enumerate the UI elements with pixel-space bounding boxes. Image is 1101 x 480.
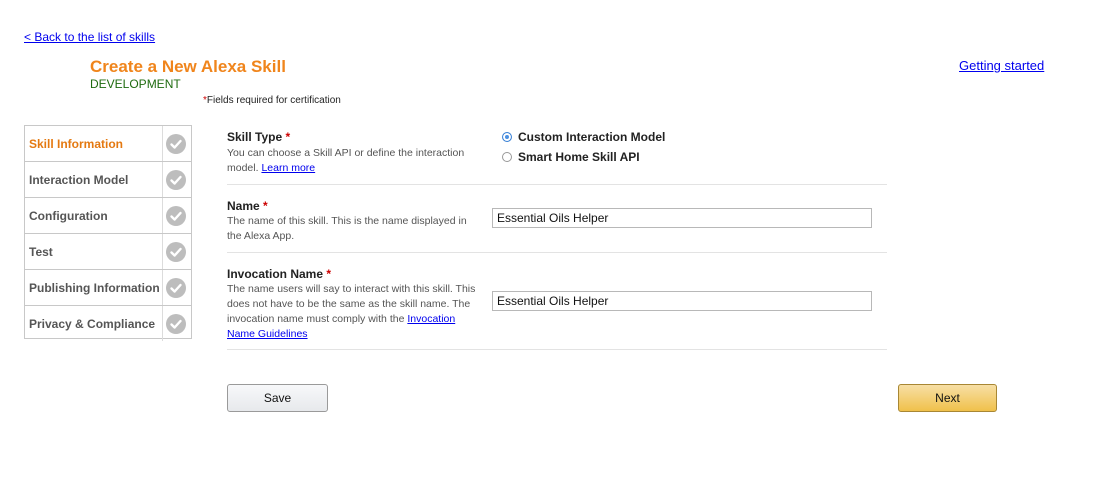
sidebar-divider <box>162 126 163 161</box>
required-star: * <box>285 130 291 144</box>
sidebar-divider <box>162 198 163 233</box>
back-to-skills-link[interactable]: < Back to the list of skills <box>24 30 155 44</box>
invocation-name-section: Invocation Name * The name users will sa… <box>227 267 887 350</box>
check-icon <box>166 206 186 226</box>
sidebar-item-privacy-compliance[interactable]: Privacy & Compliance <box>25 306 191 341</box>
invocation-name-description: The name users will say to interact with… <box>227 282 479 342</box>
skill-type-section: Skill Type * You can choose a Skill API … <box>227 130 887 185</box>
check-icon <box>166 170 186 190</box>
sidebar-item-label: Configuration <box>29 209 108 223</box>
name-label-text: Name <box>227 199 260 213</box>
skill-steps-sidebar: Skill Information Interaction Model Conf… <box>24 125 192 341</box>
save-button[interactable]: Save <box>227 384 328 412</box>
sidebar-divider <box>162 270 163 305</box>
skill-type-description: You can choose a Skill API or define the… <box>227 146 479 176</box>
sidebar-item-label: Privacy & Compliance <box>29 317 156 331</box>
sidebar-divider <box>162 234 163 269</box>
sidebar-item-configuration[interactable]: Configuration <box>25 198 191 234</box>
sidebar-item-skill-information[interactable]: Skill Information <box>25 126 191 162</box>
sidebar-item-label: Skill Information <box>29 137 124 151</box>
required-star: * <box>263 199 268 213</box>
radio-label: Custom Interaction Model <box>518 130 666 144</box>
sidebar-divider <box>162 306 163 341</box>
sidebar-item-publishing-information[interactable]: Publishing Information <box>25 270 191 306</box>
next-button[interactable]: Next <box>898 384 997 412</box>
learn-more-link[interactable]: Learn more <box>261 162 315 174</box>
sidebar-item-label: Publishing Information <box>29 281 160 295</box>
skill-name-input[interactable] <box>492 208 872 228</box>
sidebar-item-interaction-model[interactable]: Interaction Model <box>25 162 191 198</box>
invocation-name-input[interactable] <box>492 291 872 311</box>
name-description: The name of this skill. This is the name… <box>227 215 467 242</box>
radio-smart-home-skill-api[interactable]: Smart Home Skill API <box>502 150 640 164</box>
check-icon <box>166 278 186 298</box>
sidebar-item-label: Interaction Model <box>29 173 129 187</box>
radio-button-selected[interactable] <box>502 131 512 142</box>
sidebar-divider <box>162 162 163 197</box>
getting-started-link[interactable]: Getting started <box>959 58 1044 73</box>
check-icon <box>166 242 186 262</box>
page-title: Create a New Alexa Skill <box>90 57 286 76</box>
required-star: * <box>326 267 332 281</box>
required-fields-note: *Fields required for certification <box>203 95 341 106</box>
skill-type-label-text: Skill Type <box>227 130 283 144</box>
sidebar-item-test[interactable]: Test <box>25 234 191 270</box>
required-note-text: Fields required for certification <box>206 95 341 106</box>
radio-label: Smart Home Skill API <box>518 150 640 164</box>
radio-custom-interaction-model[interactable]: Custom Interaction Model <box>502 130 665 144</box>
radio-button[interactable] <box>502 151 512 162</box>
invocation-name-label: Invocation Name * <box>227 267 887 281</box>
invocation-label-text: Invocation Name <box>227 267 324 281</box>
sidebar-item-label: Test <box>29 245 53 259</box>
stage-label: DEVELOPMENT <box>90 77 181 91</box>
check-icon <box>166 314 186 334</box>
name-section: Name * The name of this skill. This is t… <box>227 199 887 253</box>
check-icon <box>166 134 186 154</box>
